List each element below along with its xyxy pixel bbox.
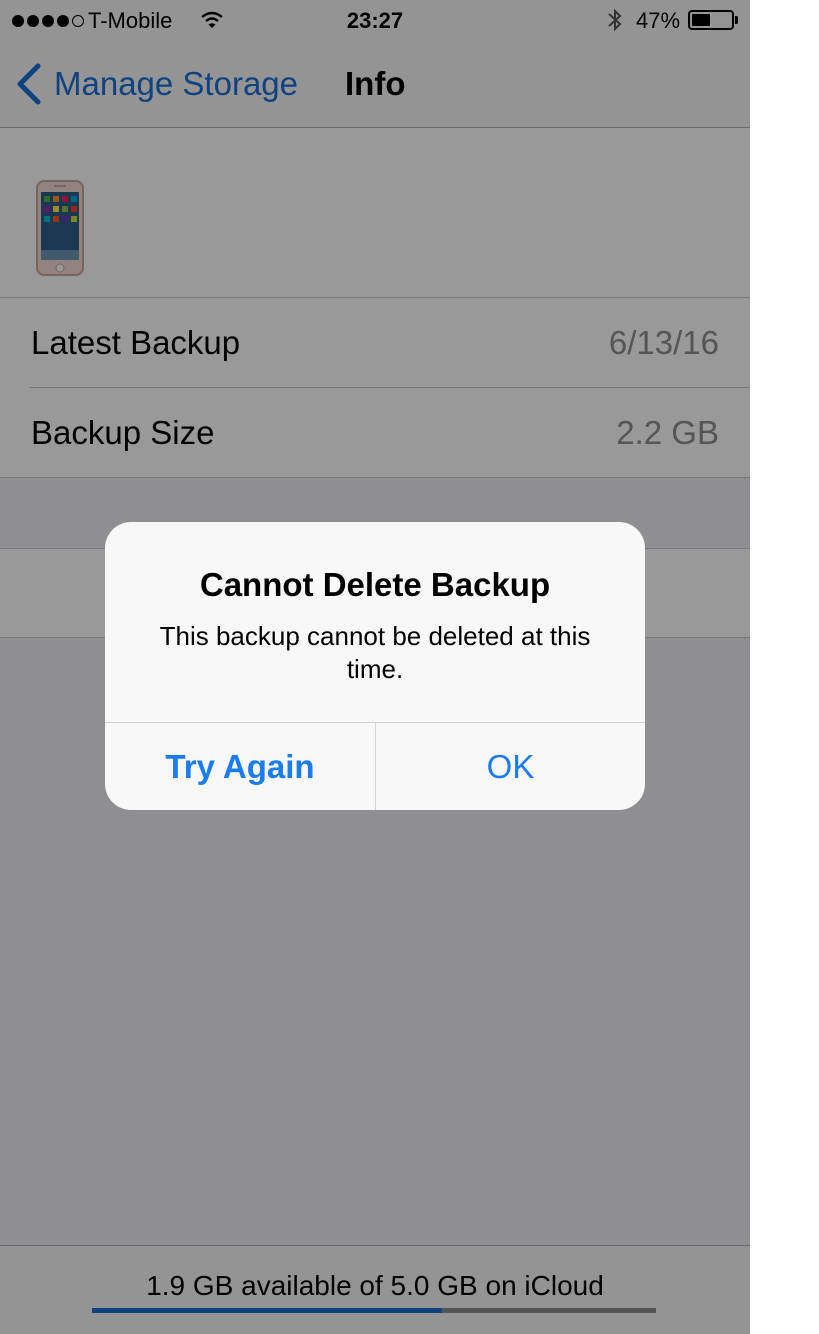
ok-button[interactable]: OK	[376, 723, 645, 810]
screen: T-Mobile 23:27 47% Manage Storage Info L…	[0, 0, 750, 1334]
try-again-button[interactable]: Try Again	[105, 723, 375, 810]
alert-title: Cannot Delete Backup	[199, 566, 551, 603]
alert-dialog: Cannot Delete Backup This backup cannot …	[105, 522, 645, 810]
alert-message: This backup cannot be deleted at this ti…	[159, 621, 591, 684]
